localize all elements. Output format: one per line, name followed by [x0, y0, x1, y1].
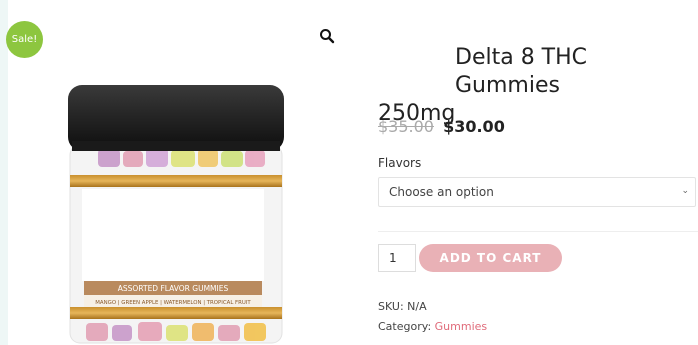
zoom-icon[interactable] — [319, 28, 335, 44]
jar-label-flavors: MANGO | GREEN APPLE | WATERMELON | TROPI… — [95, 300, 251, 306]
category-link[interactable]: Gummies — [435, 320, 487, 333]
sale-badge: Sale! — [6, 21, 43, 58]
divider — [378, 231, 698, 232]
old-price: $35.00 — [378, 117, 434, 136]
chevron-down-icon: ⌄ — [681, 186, 689, 196]
jar-label-name: ASSORTED FLAVOR GUMMIES — [118, 284, 229, 293]
sku-value: N/A — [407, 300, 427, 313]
gallery-strip — [0, 0, 8, 345]
flavors-select[interactable]: Choose an option ⌄ — [378, 177, 696, 207]
flavors-label: Flavors — [378, 156, 422, 170]
category: Category: Gummies — [378, 320, 487, 333]
product-title-line1: Delta 8 THC Gummies — [455, 45, 588, 98]
price: $35.00 $30.00 — [378, 117, 505, 136]
product-title: Delta 8 THC Gummies 250mg — [378, 44, 696, 128]
sku: SKU: N/A — [378, 300, 427, 313]
category-label: Category: — [378, 320, 432, 333]
sku-label: SKU: — [378, 300, 404, 313]
product-image[interactable]: ASSORTED FLAVOR GUMMIES MANGO | GREEN AP… — [68, 85, 284, 345]
add-to-cart-button[interactable]: ADD TO CART — [419, 244, 562, 272]
flavors-select-value: Choose an option — [389, 185, 494, 199]
sale-price: $30.00 — [443, 117, 505, 136]
quantity-input[interactable]: 1 — [378, 244, 416, 272]
